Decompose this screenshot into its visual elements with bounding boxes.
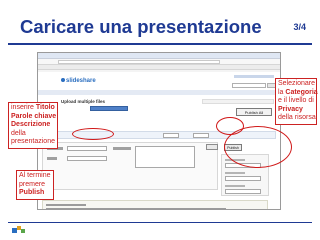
supported-heading — [46, 204, 86, 206]
browser-address-bar[interactable] — [38, 59, 280, 65]
footer-logo — [12, 226, 25, 233]
search-input[interactable] — [232, 83, 266, 88]
description-input[interactable] — [135, 146, 195, 168]
publish-all-button[interactable]: Publish All — [236, 108, 272, 116]
highlight-title-fields — [72, 128, 114, 140]
site-nav-strip[interactable] — [38, 90, 280, 95]
description-label — [113, 147, 131, 150]
help-notice — [202, 99, 274, 104]
browser-tab-strip[interactable] — [38, 65, 280, 70]
site-logo[interactable]: slideshare — [61, 78, 96, 84]
footer-logo-square-orange — [17, 226, 21, 230]
site-logo-text: slideshare — [66, 78, 96, 84]
edit-details-block — [42, 142, 218, 190]
callout-left: inserire Titolo Parole chiave Descrizion… — [8, 102, 58, 149]
top-links[interactable] — [234, 75, 274, 78]
slide-title: Caricare una presentazione — [20, 16, 262, 37]
supported-formats-box — [42, 200, 268, 209]
privacy-select[interactable] — [163, 133, 179, 138]
save-button[interactable] — [206, 144, 218, 150]
logo-icon — [61, 78, 65, 83]
callout-bottom: Al termine premere Publish — [16, 170, 54, 200]
url-field[interactable] — [58, 60, 220, 64]
tags-label — [47, 157, 57, 160]
privacy-level-select[interactable] — [225, 176, 261, 181]
privacy-label — [225, 172, 245, 174]
title-input[interactable] — [67, 146, 107, 151]
footer-logo-square-green — [21, 229, 25, 233]
slide-page-number: 3/4 — [293, 22, 306, 32]
download-label — [225, 185, 245, 187]
browse-select-files-button[interactable] — [90, 106, 128, 111]
allow-download-select[interactable] — [225, 189, 261, 194]
footer-logo-square-blue — [12, 228, 17, 233]
upload-title: Upload multiple files — [61, 99, 106, 104]
highlight-category-privacy — [224, 126, 292, 168]
title-divider — [8, 43, 312, 45]
tags-input[interactable] — [67, 156, 107, 161]
supported-line — [46, 208, 226, 209]
language-select[interactable] — [193, 133, 209, 138]
callout-right: Selezionare la Categoria e il livello di… — [275, 78, 318, 125]
footer-divider — [8, 222, 312, 223]
